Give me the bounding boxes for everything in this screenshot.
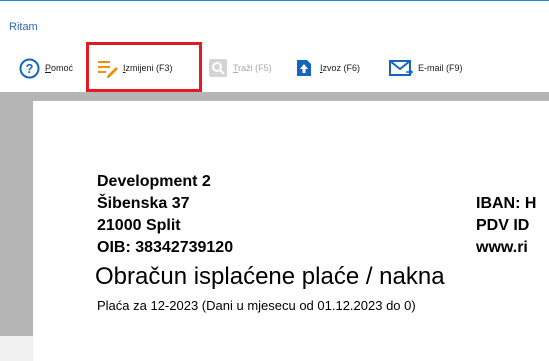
window-title: Ritam — [9, 21, 38, 33]
report-page: Development 2 Šibenska 37 21000 Split OI… — [33, 101, 549, 361]
help-label: Pomoć — [45, 63, 74, 73]
company-name: Development 2 — [97, 173, 211, 190]
svg-text:?: ? — [26, 61, 34, 76]
toolbar: ? Pomoć Izmijeni (F3) Traži (F5) Izvoz (… — [0, 44, 549, 92]
email-label: E-mail (F9) — [418, 63, 463, 73]
envelope-icon — [389, 59, 414, 77]
export-button[interactable]: Izvoz (F6) — [295, 44, 360, 92]
report-viewer[interactable]: Development 2 Šibenska 37 21000 Split OI… — [0, 92, 549, 361]
export-label: Izvoz (F6) — [320, 63, 361, 73]
title-bar: Ritam — [0, 0, 549, 44]
search-button[interactable]: Traži (F5) — [209, 44, 272, 92]
report-subheading: Plaća za 12-2023 (Dani u mjesecu od 01.1… — [97, 298, 416, 313]
help-circle-icon: ? — [19, 58, 40, 79]
company-street: Šibenska 37 — [97, 195, 190, 212]
company-city: 21000 Split — [97, 217, 181, 234]
help-button[interactable]: ? Pomoć — [19, 44, 73, 92]
edit-button-highlight — [86, 42, 202, 92]
magnifier-icon — [209, 59, 227, 77]
search-label: Traži (F5) — [233, 63, 272, 73]
company-oib: OIB: 38342739120 — [97, 239, 234, 256]
company-iban: IBAN: H — [476, 195, 537, 212]
report-heading: Obračun isplaćene plaće / nakna — [95, 263, 445, 290]
export-arrow-icon — [295, 58, 313, 78]
company-pdv-id: PDV ID — [476, 217, 530, 234]
email-button[interactable]: E-mail (F9) — [389, 44, 463, 92]
company-web: www.ri — [476, 239, 528, 256]
